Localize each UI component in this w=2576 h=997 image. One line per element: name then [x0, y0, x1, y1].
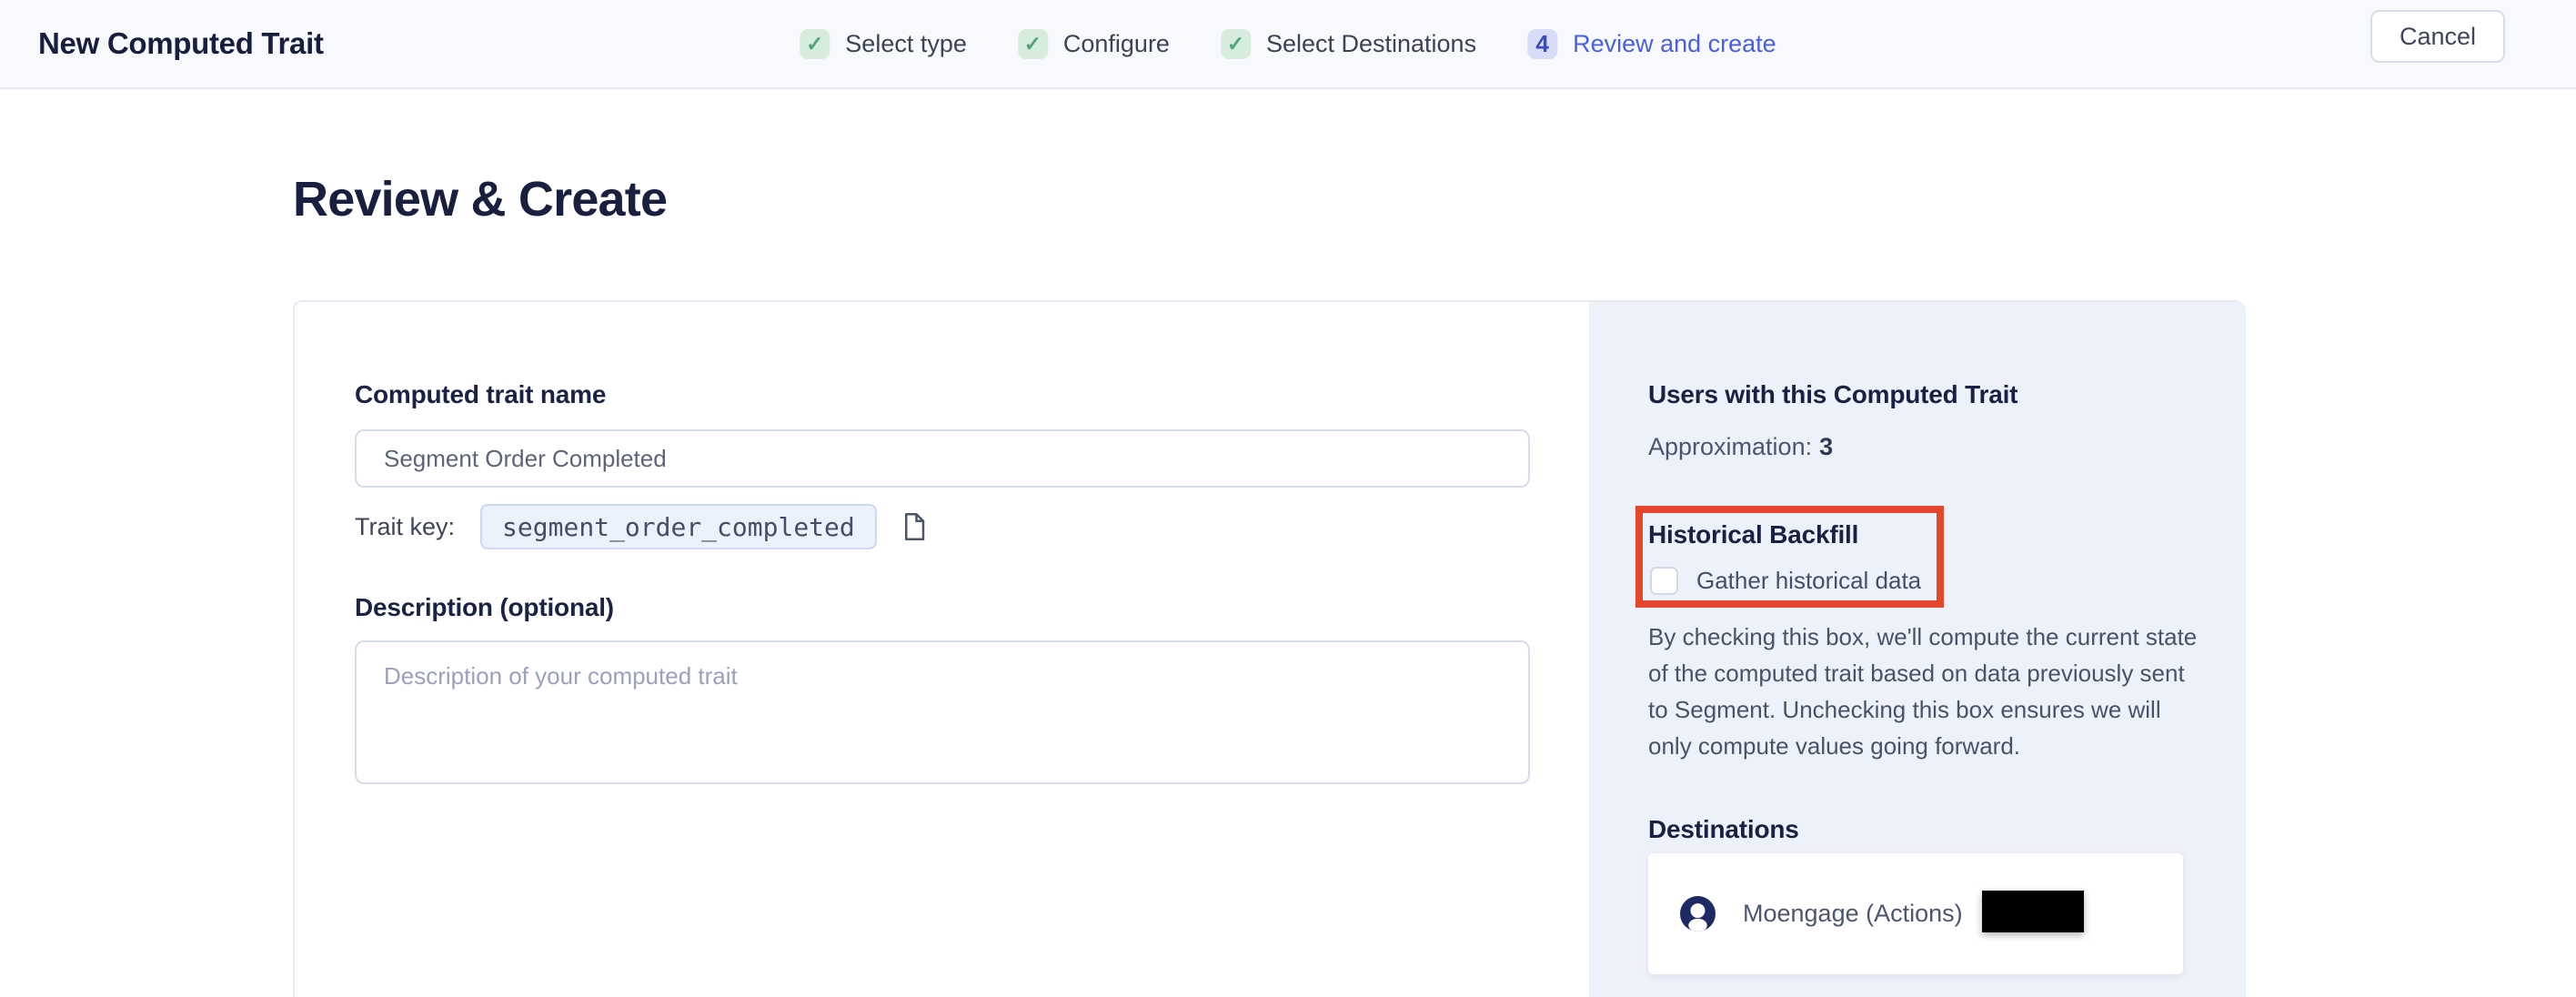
redaction-box [1982, 891, 2084, 932]
step-select-destinations[interactable]: ✓ Select Destinations [1221, 29, 1476, 59]
wizard-steps: ✓ Select type ✓ Configure ✓ Select Desti… [800, 0, 1776, 87]
gather-historical-data-row: Gather historical data [1650, 567, 1921, 595]
step-configure[interactable]: ✓ Configure [1018, 29, 1170, 59]
top-bar: New Computed Trait ✓ Select type ✓ Confi… [0, 0, 2576, 89]
trait-key-label: Trait key: [355, 513, 455, 541]
destinations-heading: Destinations [1648, 815, 1799, 844]
step-label: Select type [845, 30, 967, 58]
step-number-badge: 4 [1527, 29, 1557, 59]
backfill-description: By checking this box, we'll compute the … [1648, 619, 2205, 764]
approximation-row: Approximation: 3 [1648, 433, 1833, 461]
description-label: Description (optional) [355, 593, 614, 622]
step-label: Review and create [1573, 30, 1776, 58]
approximation-value: 3 [1819, 433, 1833, 460]
computed-trait-name-label: Computed trait name [355, 380, 606, 409]
step-label: Configure [1063, 30, 1170, 58]
moengage-logo-icon [1680, 896, 1716, 932]
window-title: New Computed Trait [38, 0, 324, 87]
check-icon: ✓ [1221, 29, 1251, 59]
new-computed-trait-screen: New Computed Trait ✓ Select type ✓ Confi… [0, 0, 2576, 997]
description-textarea[interactable] [355, 640, 1530, 784]
gather-historical-data-label[interactable]: Gather historical data [1696, 567, 1921, 595]
trait-key-row: Trait key: segment_order_completed [355, 504, 928, 549]
check-icon: ✓ [1018, 29, 1048, 59]
trait-key-value: segment_order_completed [480, 504, 877, 549]
step-review-and-create[interactable]: 4 Review and create [1527, 29, 1776, 59]
copy-document-icon[interactable] [901, 511, 928, 542]
historical-backfill-heading: Historical Backfill [1648, 520, 1858, 549]
review-card: Computed trait name Trait key: segment_o… [293, 300, 2244, 997]
cancel-button[interactable]: Cancel [2370, 10, 2505, 63]
destination-card[interactable]: Moengage (Actions) [1648, 853, 2183, 974]
check-icon: ✓ [800, 29, 830, 59]
destination-name: Moengage (Actions) [1743, 900, 1963, 928]
users-with-trait-heading: Users with this Computed Trait [1648, 380, 2018, 409]
approximation-label: Approximation: [1648, 433, 1812, 460]
page-title: Review & Create [293, 171, 667, 227]
gather-historical-data-checkbox[interactable] [1650, 567, 1678, 595]
step-label: Select Destinations [1266, 30, 1476, 58]
step-select-type[interactable]: ✓ Select type [800, 29, 967, 59]
computed-trait-name-input[interactable] [355, 429, 1530, 488]
destination-row: Moengage (Actions) [1680, 853, 1963, 974]
